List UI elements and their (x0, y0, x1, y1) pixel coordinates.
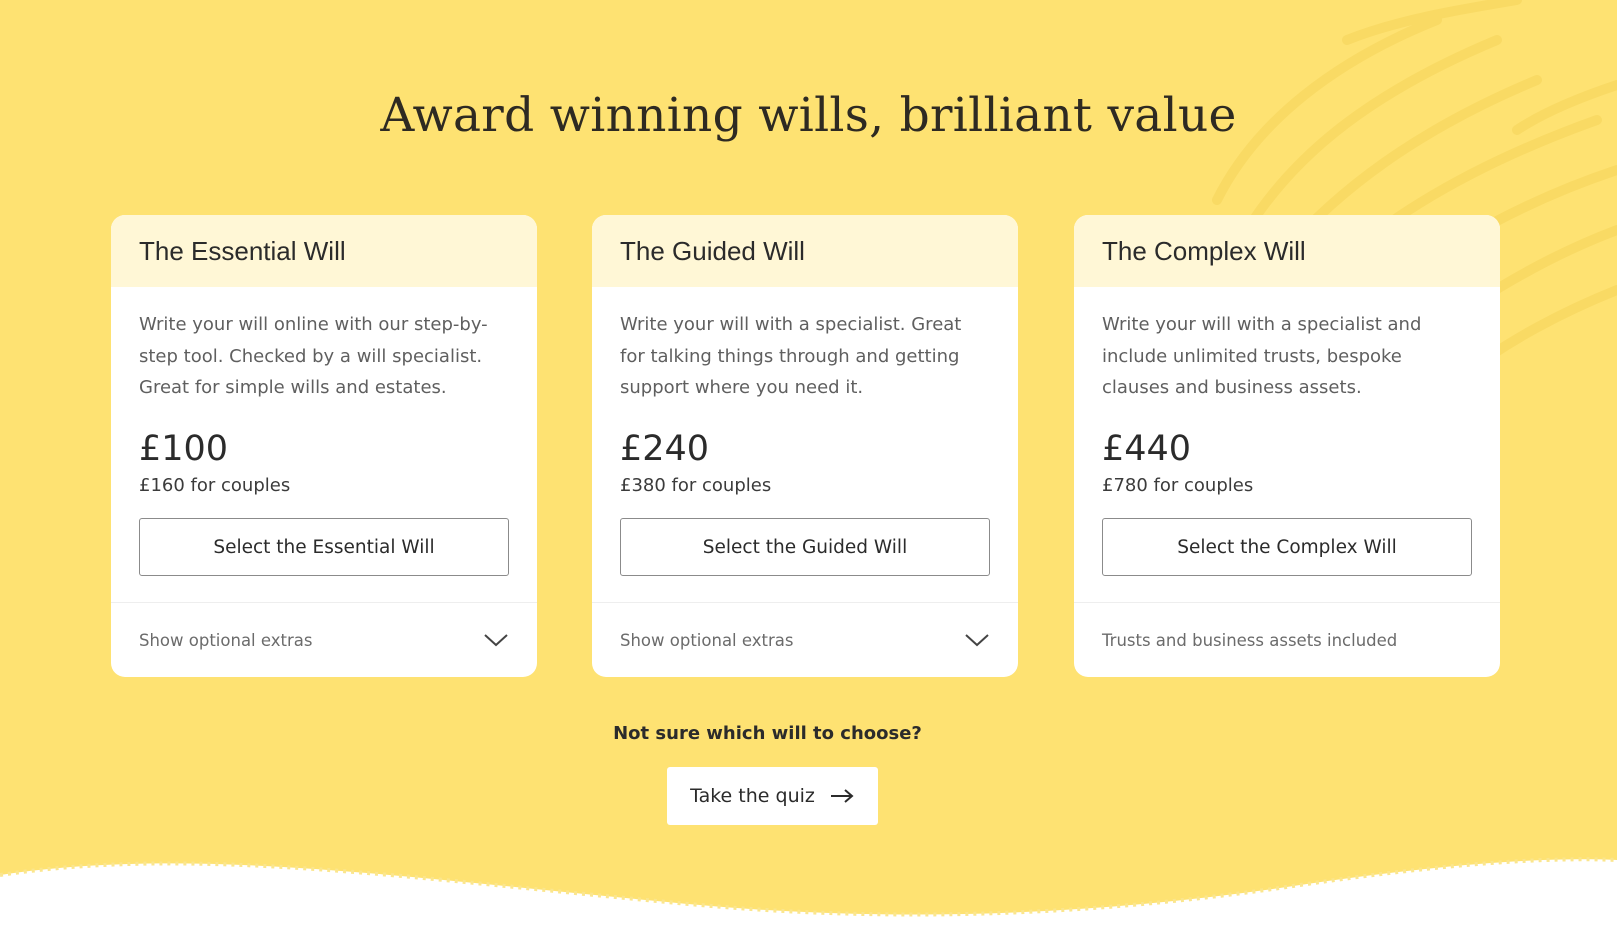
card-title: The Essential Will (139, 235, 346, 266)
card-price: £100 (139, 429, 229, 469)
card-description: Write your will with a specialist. Great… (620, 314, 962, 398)
card-body: Write your will with a specialist and in… (1074, 287, 1500, 602)
card-price: £440 (1102, 429, 1192, 469)
select-guided-will-button[interactable]: Select the Guided Will (620, 518, 990, 576)
card-price: £240 (620, 429, 710, 469)
card-footer: Trusts and business assets included (1074, 602, 1500, 677)
card-header: The Essential Will (111, 215, 537, 287)
card-body: Write your will online with our step-by-… (111, 287, 537, 602)
select-essential-will-button[interactable]: Select the Essential Will (139, 518, 509, 576)
show-optional-extras-toggle[interactable]: Show optional extras (592, 602, 1018, 677)
page-title: Award winning wills, brilliant value (380, 88, 1237, 143)
bottom-wave (0, 857, 1617, 945)
card-title: The Guided Will (620, 235, 805, 266)
card-body: Write your will with a specialist. Great… (592, 287, 1018, 602)
chevron-down-icon (484, 634, 508, 647)
card-couples-price: £160 for couples (139, 475, 291, 496)
card-guided-will: The Guided Will Write your will with a s… (592, 215, 1018, 677)
footer-label: Show optional extras (139, 630, 313, 650)
card-header: The Complex Will (1074, 215, 1500, 287)
card-complex-will: The Complex Will Write your will with a … (1074, 215, 1500, 677)
card-header: The Guided Will (592, 215, 1018, 287)
card-couples-price: £380 for couples (620, 475, 772, 496)
card-essential-will: The Essential Will Write your will onlin… (111, 215, 537, 677)
card-couples-price: £780 for couples (1102, 475, 1254, 496)
arrow-right-icon (830, 789, 854, 803)
card-description: Write your will online with our step-by-… (139, 314, 488, 398)
card-title: The Complex Will (1102, 235, 1306, 266)
take-quiz-button[interactable]: Take the quiz (667, 767, 878, 825)
chevron-down-icon (965, 634, 989, 647)
footer-label: Trusts and business assets included (1102, 630, 1398, 650)
footer-label: Show optional extras (620, 630, 794, 650)
show-optional-extras-toggle[interactable]: Show optional extras (111, 602, 537, 677)
take-quiz-label: Take the quiz (690, 785, 815, 807)
select-complex-will-button[interactable]: Select the Complex Will (1102, 518, 1472, 576)
card-description: Write your will with a specialist and in… (1102, 314, 1422, 398)
quiz-prompt: Not sure which will to choose? (613, 723, 922, 744)
